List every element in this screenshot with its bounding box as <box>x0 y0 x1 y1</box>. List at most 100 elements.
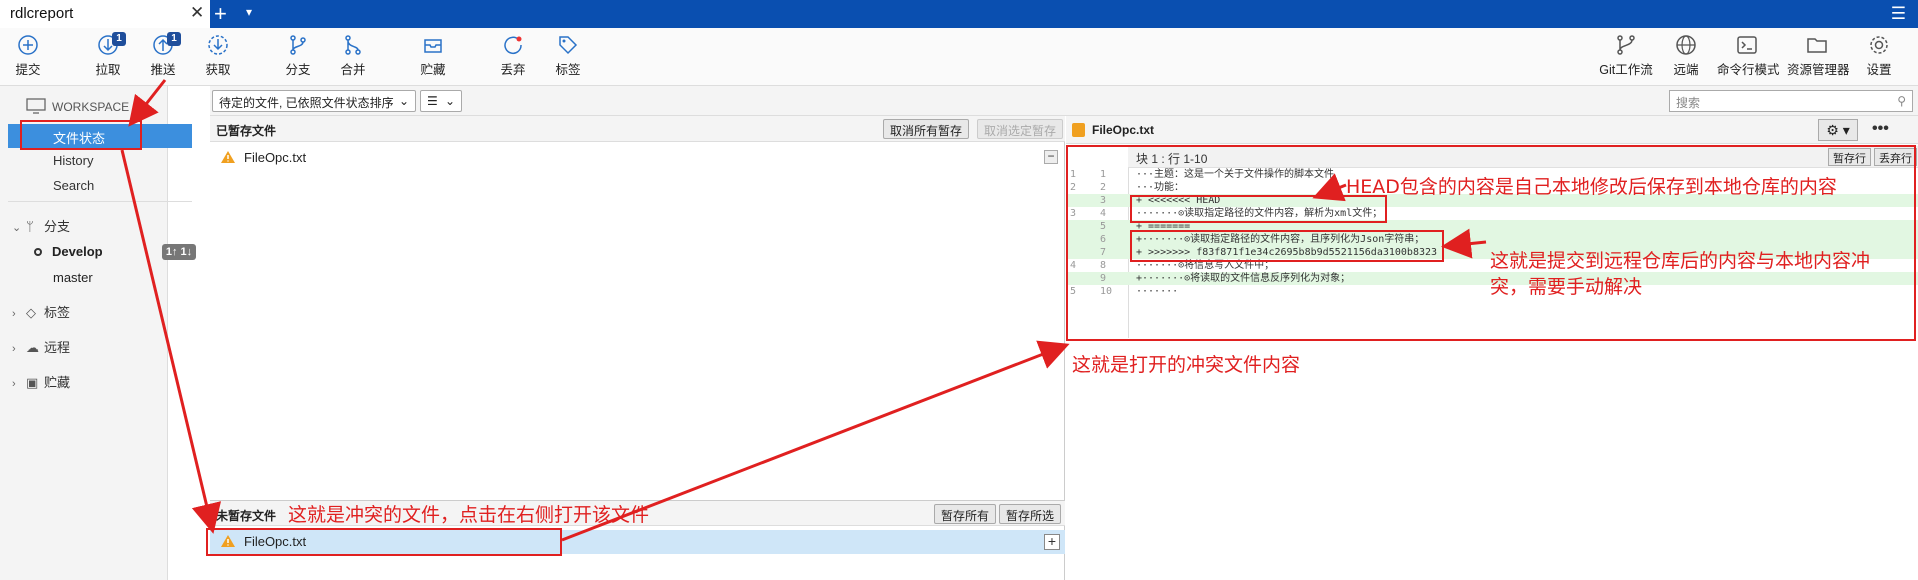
diff-file-name: FileOpc.txt <box>1092 123 1155 137</box>
menu-icon[interactable]: ☰ <box>1891 4 1906 24</box>
pull-badge: 1 <box>112 32 126 46</box>
workspace-header: WORKSPACE <box>52 100 130 114</box>
discard-button[interactable]: 丢弃 <box>483 34 543 78</box>
stage-selected-button[interactable]: 暂存所选 <box>999 504 1062 524</box>
branch-label: Develop <box>52 244 103 259</box>
settings-label: 设置 <box>1866 63 1892 77</box>
list-item[interactable]: FileOpc.txt − <box>210 146 1065 170</box>
commit-label: 提交 <box>15 63 41 77</box>
sidebar-item-search[interactable]: Search <box>53 178 94 193</box>
tag-label: 标签 <box>555 63 581 77</box>
file-icon <box>1072 123 1085 137</box>
merge-icon <box>345 35 361 55</box>
chevron-right-icon: › <box>12 308 16 320</box>
gitflow-icon <box>1617 35 1635 55</box>
branch-icon <box>290 35 306 55</box>
branch-label: 分支 <box>285 63 311 77</box>
commit-button[interactable]: 提交 <box>0 34 58 78</box>
chevron-right-icon: › <box>12 343 16 355</box>
fetch-button[interactable]: 获取 <box>188 34 248 78</box>
branch-item-master[interactable]: master <box>53 270 93 285</box>
gitflow-button[interactable]: Git工作流 <box>1596 34 1656 78</box>
merge-button[interactable]: 合并 <box>323 34 383 78</box>
title-bar: rdlcreport ✕ + ▾ ☰ <box>0 0 1918 28</box>
annotation-remote-note-1: 这就是提交到远程仓库后的内容与本地内容冲 <box>1490 250 1871 272</box>
file-name: FileOpc.txt <box>244 150 307 165</box>
new-tab-icon[interactable]: + <box>214 1 227 27</box>
remote-button[interactable]: 远端 <box>1656 34 1716 78</box>
sidebar-group-branches[interactable]: ⌄ ᛘ 分支 <box>12 216 70 235</box>
sidebar-group-tags[interactable]: › ◇ 标签 <box>12 302 70 321</box>
gitflow-label: Git工作流 <box>1599 63 1653 77</box>
pull-button[interactable]: 1 拉取 <box>78 32 138 78</box>
annotation-conflict-note: 这就是冲突的文件，点击在右侧打开该文件 <box>288 504 650 526</box>
cloud-icon: ☁ <box>26 340 39 355</box>
monitor-icon <box>26 98 46 114</box>
stash-button[interactable]: 贮藏 <box>403 34 463 78</box>
group-label: 标签 <box>44 305 71 320</box>
annotation-box-head <box>1130 195 1387 223</box>
chevron-down-icon[interactable]: ▾ <box>246 5 252 19</box>
tag-icon: ◇ <box>26 305 36 320</box>
group-label: 贮藏 <box>44 375 71 390</box>
annotation-box-remote <box>1130 230 1444 262</box>
explorer-label: 资源管理器 <box>1787 63 1850 77</box>
stage-all-button[interactable]: 暂存所有 <box>934 504 997 524</box>
annotation-box-file-status <box>20 120 142 150</box>
globe-icon <box>1676 35 1696 55</box>
discard-label: 丢弃 <box>500 63 526 77</box>
branch-item-develop[interactable]: Develop <box>34 244 103 259</box>
stage-file-button[interactable]: + <box>1044 534 1060 550</box>
terminal-label: 命令行模式 <box>1717 63 1780 77</box>
close-icon[interactable]: ✕ <box>190 3 204 23</box>
more-icon[interactable]: ••• <box>1872 120 1889 138</box>
annotation-head-note: HEAD包含的内容是自己本地修改后保存到本地仓库的内容 <box>1346 176 1837 198</box>
explorer-button[interactable]: 资源管理器 <box>1787 34 1850 78</box>
fetch-icon <box>208 35 228 55</box>
sort-select[interactable]: 待定的文件, 已依照文件状态排序 ⌄ <box>212 90 416 112</box>
group-label: 分支 <box>44 219 71 234</box>
sync-badge: 1↑ 1↓ <box>162 244 196 260</box>
unstaged-title: 未暂存文件 <box>216 509 277 523</box>
folder-icon <box>1807 38 1827 53</box>
divider <box>8 201 192 202</box>
merge-label: 合并 <box>340 63 366 77</box>
unstage-file-button[interactable]: − <box>1044 150 1058 164</box>
list-icon: ☰ <box>427 94 438 108</box>
remote-label: 远端 <box>1673 63 1699 77</box>
stash-icon: ▣ <box>26 375 39 390</box>
annotation-remote-note-2: 突，需要手动解决 <box>1490 276 1643 298</box>
terminal-button[interactable]: 命令行模式 <box>1717 34 1780 78</box>
push-badge: 1 <box>167 32 181 46</box>
current-branch-icon <box>34 248 42 256</box>
unstage-all-button[interactable]: 取消所有暂存 <box>883 119 970 139</box>
repo-tab[interactable]: rdlcreport ✕ <box>0 0 210 28</box>
push-label: 推送 <box>150 63 176 77</box>
sidebar-group-stash[interactable]: › ▣ 贮藏 <box>12 372 70 391</box>
discard-icon <box>504 36 522 54</box>
annotation-box-conflict-file <box>206 528 562 556</box>
diff-options-button[interactable]: ⚙ ▾ <box>1818 119 1858 141</box>
commit-icon <box>18 35 38 55</box>
annotation-opened-note: 这就是打开的冲突文件内容 <box>1072 354 1301 376</box>
search-input[interactable]: 搜索 ⚲ <box>1669 90 1913 112</box>
pull-label: 拉取 <box>95 63 121 77</box>
tag-button[interactable]: 标签 <box>538 34 598 78</box>
push-button[interactable]: 1 推送 <box>133 32 193 78</box>
diff-header: FileOpc.txt ⚙ ▾ ••• <box>1066 116 1918 144</box>
view-mode-select[interactable]: ☰ ⌄ <box>420 90 462 112</box>
sidebar-group-remote[interactable]: › ☁ 远程 <box>12 337 70 356</box>
terminal-icon <box>1737 36 1757 54</box>
chevron-right-icon: › <box>12 378 16 390</box>
unstage-selected-button[interactable]: 取消选定暂存 <box>977 119 1064 139</box>
gear-icon <box>1870 36 1888 54</box>
chevron-down-icon: ⌄ <box>444 94 455 108</box>
settings-button[interactable]: 设置 <box>1849 34 1909 78</box>
sidebar: WORKSPACE 文件状态 History Search ⌄ ᛘ 分支 Devel… <box>0 86 196 580</box>
search-placeholder: 搜索 <box>1676 96 1701 110</box>
branch-icon: ᛘ <box>26 219 34 234</box>
sidebar-item-history[interactable]: History <box>53 153 93 168</box>
tag-icon <box>559 36 578 55</box>
search-icon: ⚲ <box>1897 94 1906 108</box>
branch-button[interactable]: 分支 <box>268 34 328 78</box>
